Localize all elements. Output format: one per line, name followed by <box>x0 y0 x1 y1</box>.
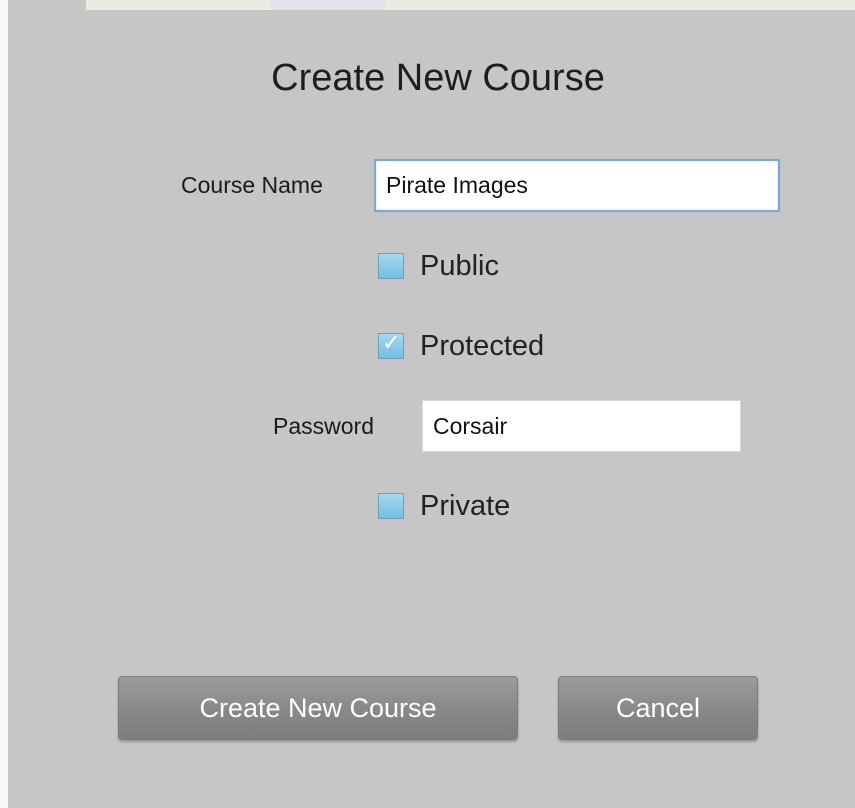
window-edge <box>0 0 8 808</box>
create-new-course-button[interactable]: Create New Course <box>118 676 518 740</box>
password-label: Password <box>273 413 374 439</box>
cancel-button[interactable]: Cancel <box>558 676 758 740</box>
protected-checkbox[interactable]: ✓ <box>378 331 404 359</box>
public-option[interactable]: Public <box>378 248 499 284</box>
checkmark-icon: ✓ <box>382 331 401 356</box>
password-input[interactable] <box>422 400 741 452</box>
private-checkbox[interactable] <box>378 493 404 519</box>
dialog-top-edge <box>86 0 855 10</box>
protected-option[interactable]: ✓ Protected <box>378 328 544 364</box>
public-checkbox[interactable] <box>378 253 404 279</box>
protected-label: Protected <box>420 330 545 362</box>
page: Create New Course Course Name Public ✓ P… <box>0 0 855 808</box>
private-label: Private <box>420 490 511 522</box>
create-course-dialog: Create New Course Course Name Public ✓ P… <box>8 0 855 808</box>
dialog-title: Create New Course <box>271 57 605 99</box>
dialog-top-edge-highlight <box>270 0 385 10</box>
course-name-input[interactable] <box>374 159 780 212</box>
private-option[interactable]: Private <box>378 488 510 524</box>
public-label: Public <box>420 250 499 282</box>
course-name-label: Course Name <box>181 172 323 198</box>
